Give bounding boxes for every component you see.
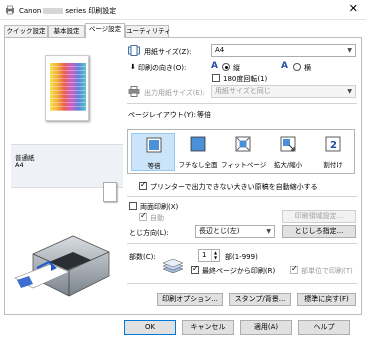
preview-frame [11,44,123,144]
divider [127,196,357,197]
print-options-button[interactable]: 印刷オプション... [157,293,223,306]
page-layout-list: 等倍 フチなし全面 フィットページ 拡大/縮小 2 割付け [127,129,355,174]
print-area-setup-button[interactable]: 印刷領域設定... [282,210,356,223]
layout-item-normal[interactable]: 等倍 [131,133,175,171]
orientation-arrow-icon: ⬇ [130,63,136,71]
divider [127,243,357,244]
rotate-180-label: 180度回転(1) [223,75,268,83]
duplex-auto-checkbox[interactable] [139,211,147,221]
page-size-icon [128,45,140,56]
rotate-180-checkbox[interactable] [212,74,220,82]
scaled-icon [280,136,296,152]
output-size-value: 用紙サイズと同じ [215,87,271,95]
paper-size-text: A4 [15,161,24,169]
window-title-prefix: Canon [19,7,42,15]
reduce-large-checkbox[interactable] [139,180,147,190]
duplex-checkbox[interactable] [129,202,137,210]
reduce-large-label: プリンターで出力できない大きい原稿を自動縮小する [150,183,318,191]
page-layout-current: 等倍 [197,111,211,119]
page-layout-label: ページレイアウト(Y): [128,111,196,119]
copies-label: 部数(C): [129,253,156,261]
page-size-select[interactable]: A4 ▼ [211,44,356,57]
close-icon[interactable]: ✕ [349,3,358,15]
staple-margin-button[interactable]: とじしろ指定... [282,225,356,238]
apply-button[interactable]: 適用(A) [240,320,292,335]
layout-item-label: 割付け [323,161,343,169]
chevron-down-icon: ▼ [347,47,352,54]
fit-to-page-icon [235,136,251,152]
output-size-label: 出力用紙サイズ(E): [144,89,206,97]
output-size-select[interactable]: 用紙サイズと同じ ▼ [211,85,356,98]
svg-text:2: 2 [330,140,337,151]
spin-down-icon[interactable]: ▼ [211,255,219,261]
layout-item-label: 拡大/縮小 [273,161,303,169]
print-from-last-page-label: 最終ページから印刷(R) [202,267,276,275]
printer-app-icon [6,5,14,15]
stapling-select[interactable]: 長辺とじ(左) ▼ [195,225,275,238]
page-size-label: 用紙サイズ(Z): [144,48,192,56]
divider [127,283,357,284]
stamp-background-button[interactable]: スタンプ/背景... [229,293,291,306]
window-title-suffix: series 印刷設定 [65,7,117,15]
copies-input[interactable]: 1 ▲ ▼ [198,249,220,262]
duplex-auto-label: 自動 [150,214,164,222]
tab-main[interactable]: 基本設定 [48,25,85,37]
layout-item-label: フチなし全面 [178,161,218,169]
portrait-label: 縦 [233,64,240,72]
preview-pane: 普通紙 A4 [11,44,123,304]
layout-item-label: フィットページ [221,161,267,169]
cancel-button[interactable]: キャンセル [182,320,234,335]
layout-item-fit-to-page[interactable]: フィットページ [221,133,267,171]
orientation-label: 印刷の向き(O): [138,64,187,72]
window-title: Canon series 印刷設定 [19,6,116,16]
print-from-last-page-checkbox[interactable] [191,264,199,274]
help-button[interactable]: ヘルプ [298,320,350,335]
ok-button[interactable]: OK [124,320,176,335]
tab-maintenance[interactable]: ユーティリティ [125,25,171,37]
layout-item-label: 等倍 [147,162,161,170]
landscape-radio[interactable] [293,63,301,71]
page-layout-icon: 2 [325,136,341,152]
portrait-icon: A [211,61,218,71]
defaults-button[interactable]: 標準に戻す(F) [297,293,356,306]
tab-quick-setup[interactable]: クイック設定 [4,25,48,37]
layout-item-page-layout[interactable]: 2 割付け [311,133,355,171]
copies-range: 部(1-999) [225,253,258,261]
layout-item-scaled[interactable]: 拡大/縮小 [266,133,310,171]
paper-orientation-icon [103,182,117,202]
layout-item-borderless[interactable]: フチなし全面 [176,133,220,171]
normal-size-icon [146,137,162,153]
collate-checkbox[interactable] [290,264,298,274]
title-bar: Canon series 印刷設定 ✕ [0,0,366,20]
copies-stack-icon [162,258,184,274]
preview-text-lines [50,63,86,111]
chevron-down-icon: ▼ [347,88,352,95]
stapling-value: 長辺とじ(左) [199,227,240,235]
chevron-down-icon: ▼ [266,228,271,235]
printer-illustration [14,235,110,297]
collate-label: 部単位で印刷(T) [301,267,353,275]
tab-page-setup[interactable]: ページ設定 [85,23,125,38]
landscape-label: 横 [304,64,311,72]
divider [127,103,357,104]
borderless-icon [190,136,206,152]
page-setup-panel: 普通紙 A4 用紙サイズ(Z): A4 ▼ ⬇ 印刷の向き(O): A 縦 A … [4,37,362,315]
page-size-value: A4 [215,46,225,54]
stapling-label: とじ方向(L): [129,229,169,237]
output-printer-icon [128,86,140,97]
redacted-model-name [43,8,64,14]
copies-value: 1 [202,251,207,259]
portrait-radio[interactable] [222,63,230,71]
page-preview [45,55,89,121]
landscape-icon: A [281,61,288,71]
